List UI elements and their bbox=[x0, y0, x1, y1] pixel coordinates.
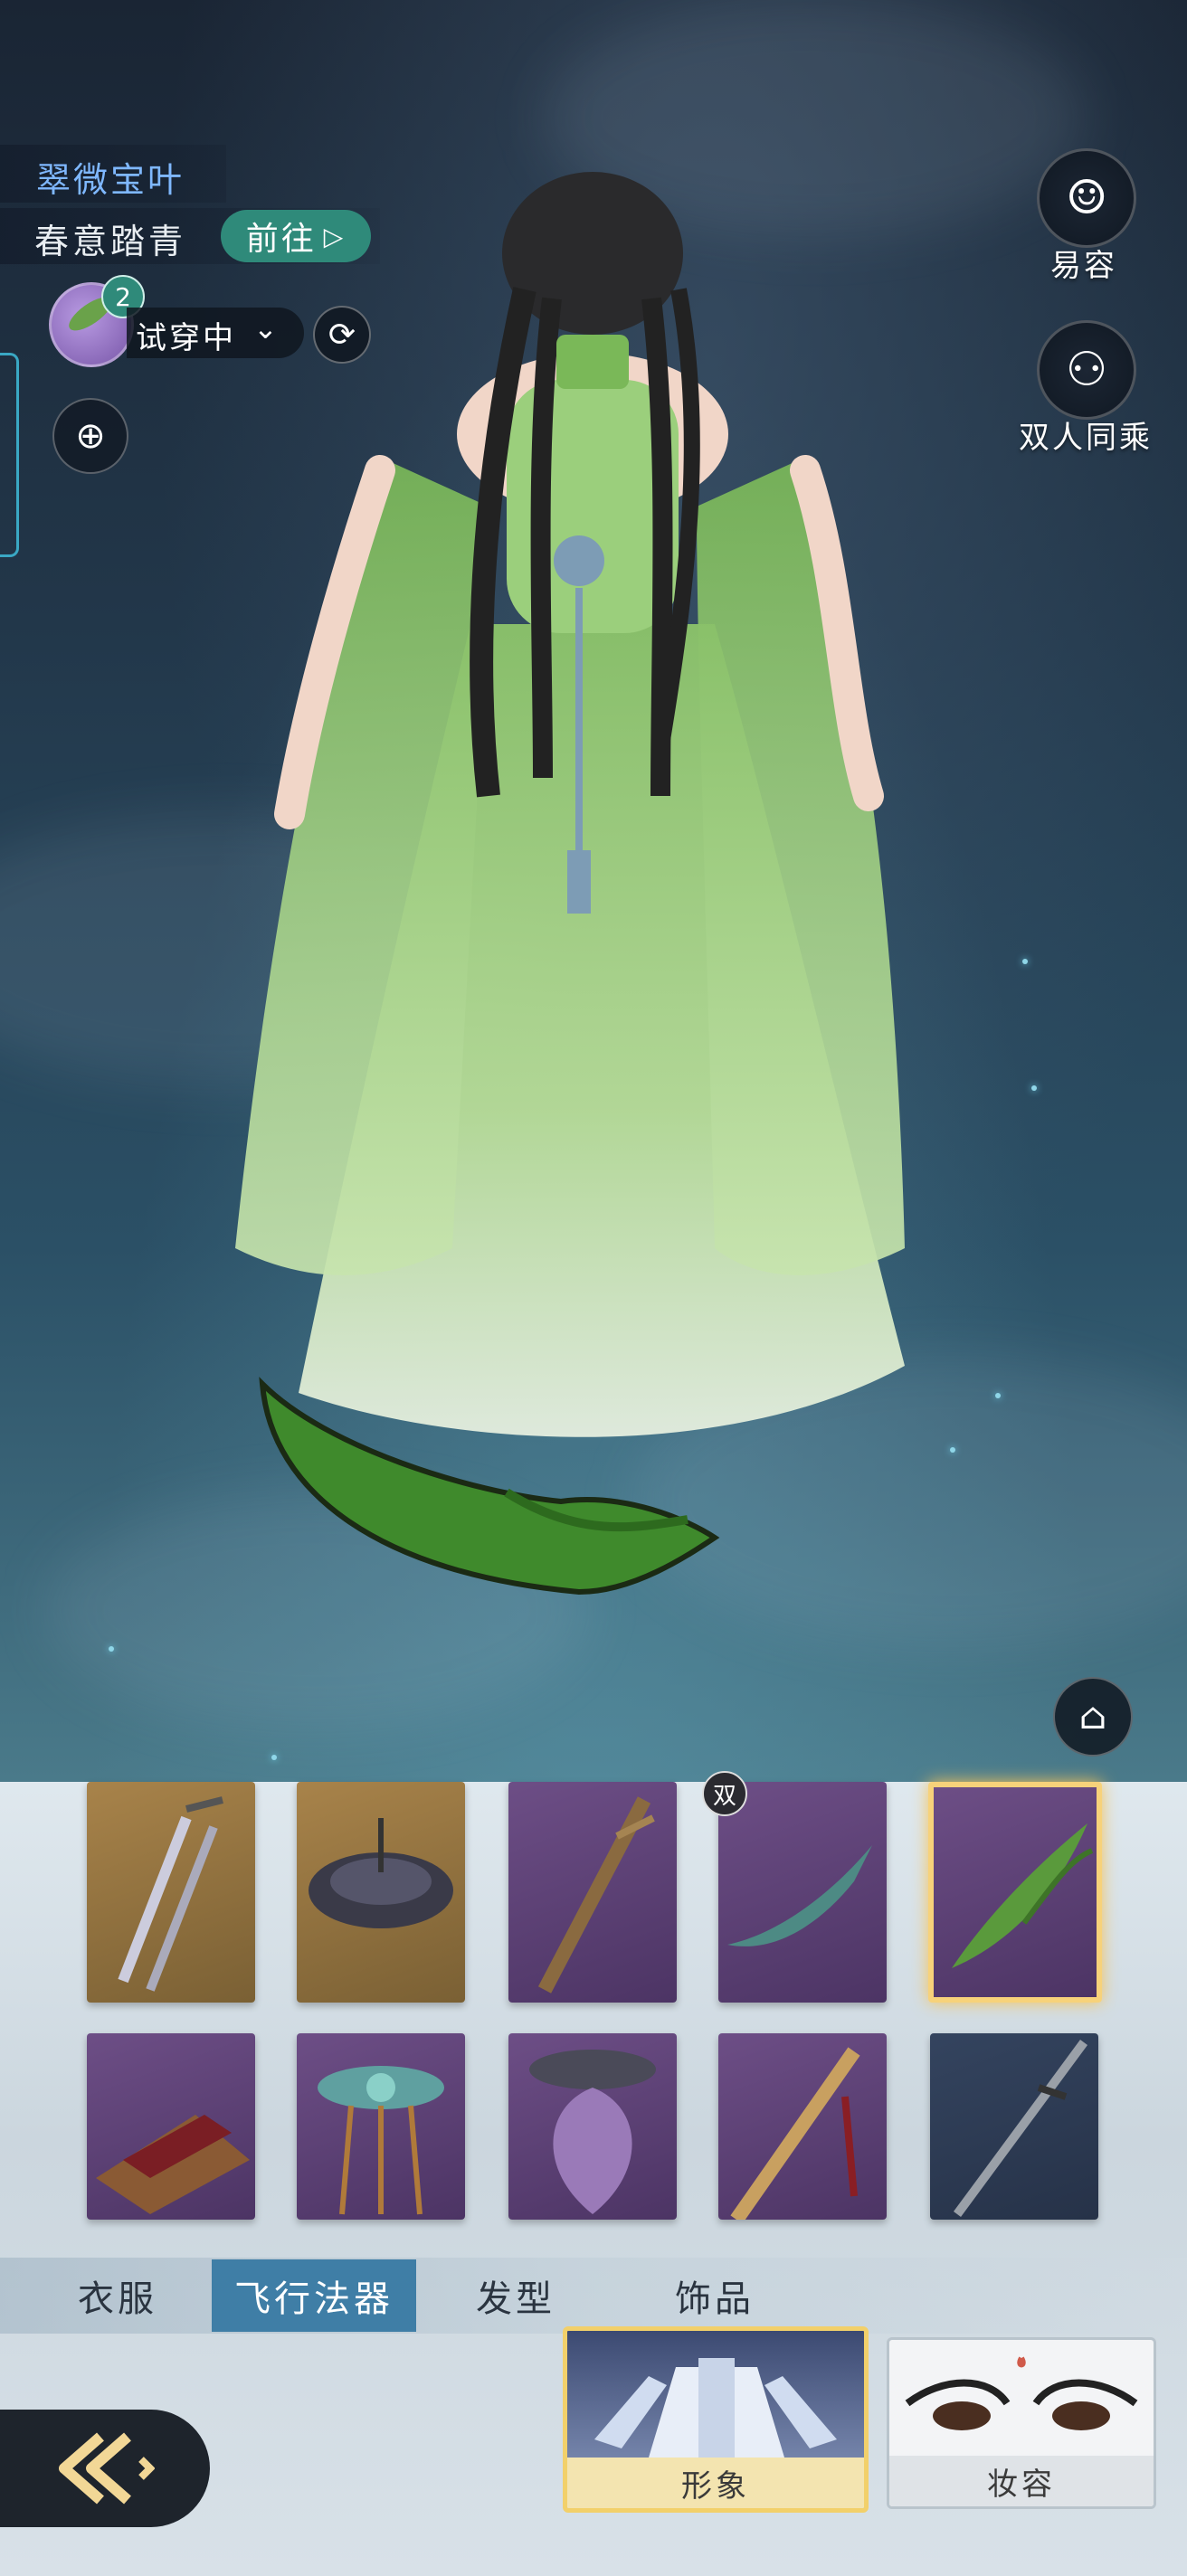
item-card-green-leaf[interactable] bbox=[928, 1782, 1102, 2003]
goto-label: 前往 bbox=[245, 221, 317, 258]
item-card-jade-boat-blade[interactable] bbox=[718, 1782, 887, 2003]
item-card-golden-sword[interactable] bbox=[718, 2033, 887, 2220]
outfit-title: 翠微宝叶 bbox=[36, 160, 185, 200]
trying-on-label: 试穿中 bbox=[136, 320, 236, 356]
staff-icon bbox=[537, 1796, 655, 1994]
refresh-icon[interactable]: ⟳ bbox=[313, 306, 371, 364]
mode-appearance-label: 形象 bbox=[567, 2458, 864, 2508]
twin-swords-icon bbox=[118, 1796, 223, 1992]
back-button[interactable] bbox=[0, 2410, 210, 2527]
item-card-lotus-lantern[interactable] bbox=[297, 2033, 465, 2220]
iron-sword-icon bbox=[953, 2040, 1088, 2217]
boat-blade-icon bbox=[727, 1845, 872, 1946]
tab-flying-artifact[interactable]: 飞行法器 bbox=[212, 2259, 416, 2332]
outfit-preview-icon bbox=[594, 2358, 837, 2458]
two-riders-icon[interactable]: ⚇ bbox=[1037, 320, 1136, 420]
mode-makeup[interactable]: 妆容 bbox=[887, 2337, 1156, 2509]
mode-appearance[interactable]: 形象 bbox=[563, 2326, 869, 2513]
tab-clothes[interactable]: 衣服 bbox=[54, 2259, 181, 2332]
item-card-twin-swords[interactable] bbox=[87, 1782, 255, 2003]
item-card-dark-disc[interactable] bbox=[297, 1782, 465, 2003]
face-edit-label: 易容 bbox=[1050, 248, 1117, 284]
set-name: 春意踏青 bbox=[34, 222, 187, 261]
item-card-wooden-raft[interactable] bbox=[87, 2033, 255, 2220]
raft-icon bbox=[96, 2115, 250, 2214]
item-card-purple-blossom[interactable] bbox=[508, 2033, 677, 2220]
item-card-carved-staff[interactable] bbox=[508, 1782, 677, 2003]
face-mask-icon[interactable]: ☺ bbox=[1037, 148, 1136, 248]
dual-ride-label: 双人同乘 bbox=[1019, 420, 1153, 456]
camera-angle-icon[interactable]: ⌂ bbox=[1053, 1677, 1133, 1757]
leaf-item-icon bbox=[952, 1823, 1094, 1968]
character-model bbox=[235, 172, 905, 1596]
tab-hairstyle[interactable]: 发型 bbox=[452, 2259, 579, 2332]
play-arrow-icon: ▷ bbox=[323, 221, 347, 251]
mode-makeup-label: 妆容 bbox=[889, 2456, 1154, 2506]
disc-icon bbox=[309, 1818, 453, 1928]
goto-button[interactable]: 前往 ▷ bbox=[221, 210, 371, 262]
eyes-preview-icon bbox=[905, 2356, 1138, 2430]
blossom-icon bbox=[529, 2050, 656, 2214]
zoom-icon[interactable]: ⊕ bbox=[52, 398, 128, 474]
back-arrow-icon bbox=[59, 2432, 155, 2505]
left-drawer-handle[interactable] bbox=[0, 353, 19, 557]
chevron-down-icon[interactable]: ⌄ bbox=[253, 311, 278, 346]
tab-accessories[interactable]: 饰品 bbox=[651, 2259, 778, 2332]
item-card-iron-sword[interactable] bbox=[930, 2033, 1098, 2220]
lotus-icon bbox=[318, 2066, 444, 2215]
golden-sword-icon bbox=[730, 2047, 860, 2220]
dual-badge: 双 bbox=[702, 1771, 747, 1816]
